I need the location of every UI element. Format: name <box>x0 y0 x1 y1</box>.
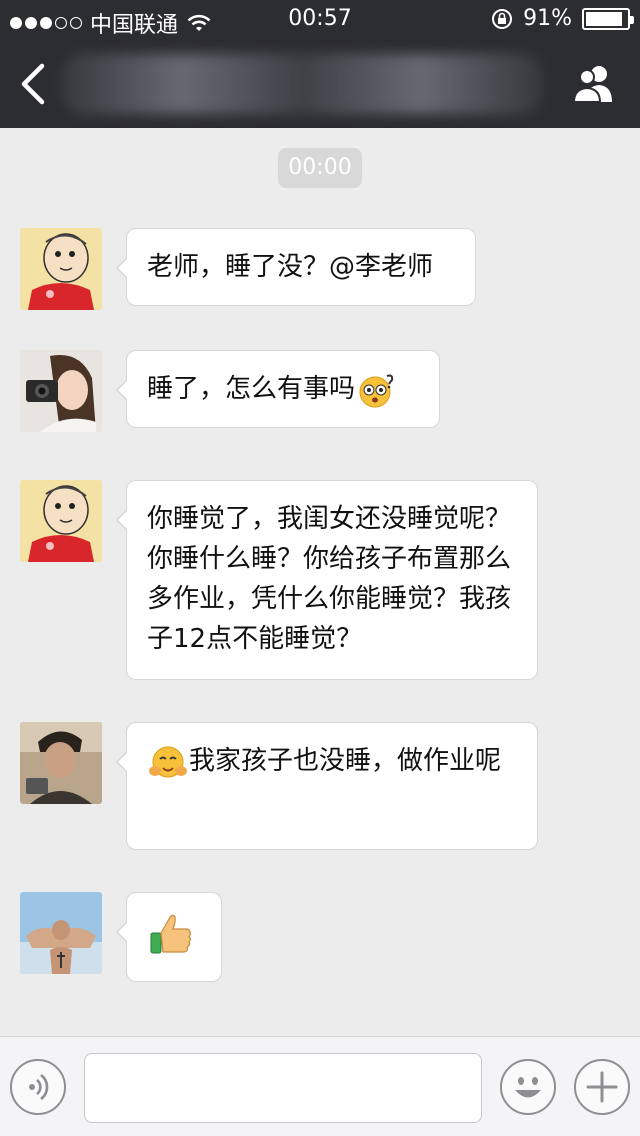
more-options-button[interactable] <box>574 1059 630 1115</box>
avatar[interactable] <box>20 350 102 432</box>
voice-input-button[interactable] <box>10 1059 66 1115</box>
top-bar: 中国联通 00:57 91% <box>0 0 640 128</box>
battery-percent: 91% <box>523 6 572 31</box>
message-bubble[interactable]: 睡了，怎么有事吗 <box>116 350 440 428</box>
dizzy-face-emoji-icon <box>359 374 394 407</box>
status-bar: 中国联通 00:57 91% <box>0 0 640 40</box>
back-chevron-icon[interactable] <box>16 62 52 106</box>
chat-timestamp: 00:00 <box>278 148 362 188</box>
message-bubble[interactable]: 我家孩子也没睡，做作业呢 <box>116 722 538 850</box>
photo-avatar-icon <box>20 892 102 974</box>
message-input[interactable] <box>84 1053 482 1123</box>
thumbs-up-emoji-icon <box>150 914 192 954</box>
navigation-bar <box>0 40 640 128</box>
avatar[interactable] <box>20 892 102 974</box>
cartoon-avatar-icon <box>20 228 102 310</box>
message-text: 老师，睡了没？@李老师 <box>147 252 434 282</box>
message-bubble[interactable]: 你睡觉了，我闺女还没睡觉呢？你睡什么睡？你给孩子布置那么多作业，凭什么你能睡觉？… <box>116 480 538 680</box>
smiley-icon <box>515 1077 541 1098</box>
avatar[interactable] <box>20 228 102 310</box>
avatar[interactable] <box>20 722 102 804</box>
group-contacts-icon[interactable] <box>570 62 618 106</box>
cartoon-avatar-icon <box>20 480 102 562</box>
photo-avatar-icon <box>20 722 102 804</box>
battery-icon <box>582 7 634 30</box>
voice-icon <box>29 1073 49 1101</box>
status-right: 91% <box>491 6 634 31</box>
message-bubble[interactable] <box>116 892 222 982</box>
message-text: 睡了，怎么有事吗 <box>147 374 356 404</box>
input-bar <box>0 1036 640 1136</box>
orientation-lock-icon <box>492 8 513 29</box>
chat-area[interactable]: 00:00 老师，睡了没？@李老师 睡了，怎么有事吗 你睡觉了，我闺女还没睡觉呢… <box>0 128 640 1036</box>
plus-icon <box>586 1071 618 1103</box>
avatar[interactable] <box>20 480 102 562</box>
battery-level <box>586 11 622 26</box>
message-text: 你睡觉了，我闺女还没睡觉呢？你睡什么睡？你给孩子布置那么多作业，凭什么你能睡觉？… <box>147 504 512 654</box>
message-text: 我家孩子也没睡，做作业呢 <box>189 746 502 776</box>
emoji-button[interactable] <box>500 1059 556 1115</box>
message-bubble[interactable]: 老师，睡了没？@李老师 <box>116 228 476 306</box>
chat-title-blurred <box>62 54 542 114</box>
photo-avatar-icon <box>20 350 102 432</box>
hugging-face-emoji-icon <box>149 746 187 777</box>
